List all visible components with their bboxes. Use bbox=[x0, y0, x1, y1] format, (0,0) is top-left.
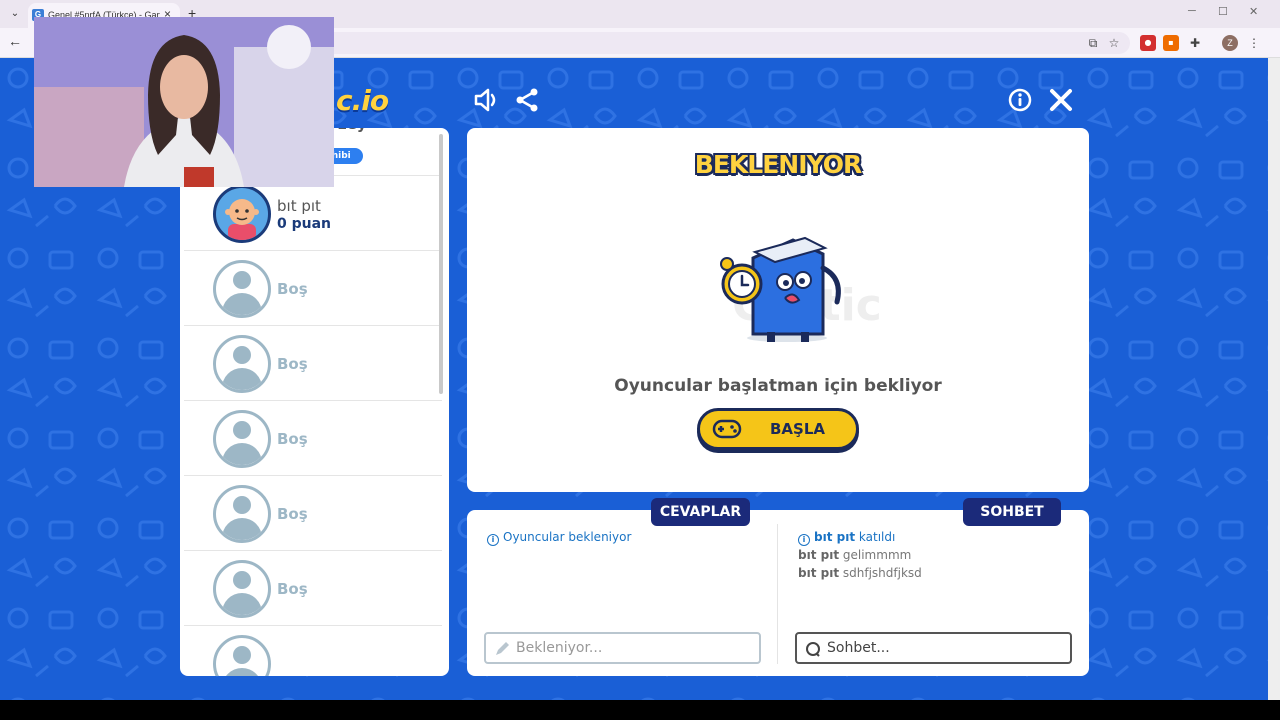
host-name: zey bbox=[338, 128, 367, 133]
chat-message-user: bıt pıt bbox=[798, 548, 840, 562]
chat-message-text: sdhfjshdfjksd bbox=[842, 566, 922, 580]
player-slot: bıt pıt 0 puan bbox=[184, 176, 442, 251]
gamepad-icon bbox=[712, 419, 742, 439]
chat-message: bıt pıt gelimmmm bbox=[798, 548, 911, 562]
answers-tab[interactable]: CEVAPLAR bbox=[651, 498, 750, 526]
chat-input-placeholder: Sohbet... bbox=[827, 640, 890, 656]
status-title: BEKLENIYOR bbox=[694, 150, 862, 179]
waiting-message: Oyuncular başlatman için bekliyor bbox=[614, 376, 942, 396]
empty-slot-label: Boş bbox=[277, 580, 308, 598]
chat-message-user: bıt pıt bbox=[798, 566, 840, 580]
chat-join-notice: i bıt pıt katıldı bbox=[798, 530, 895, 546]
player-list-scrollbar[interactable] bbox=[439, 134, 443, 394]
empty-player-slot: Boş bbox=[184, 326, 442, 401]
start-game-button[interactable]: BAŞLA bbox=[697, 408, 859, 450]
join-text: katıldı bbox=[858, 530, 896, 544]
player-face-icon bbox=[225, 199, 259, 240]
info-circle-icon: i bbox=[798, 534, 810, 546]
waiting-mascot-illustration: Gartic bbox=[720, 236, 882, 342]
answer-input[interactable]: Bekleniyor... bbox=[484, 632, 761, 664]
empty-player-slot-partial bbox=[184, 626, 442, 676]
chat-tab[interactable]: SOHBET bbox=[963, 498, 1061, 526]
page-scrollbar-gutter bbox=[1268, 58, 1280, 700]
close-window-button[interactable]: ✕ bbox=[1249, 5, 1258, 18]
empty-avatar-icon bbox=[213, 335, 271, 393]
info-circle-icon: i bbox=[487, 534, 499, 546]
answers-chat-panel: CEVAPLAR SOHBET i Oyuncular bekleniyor ib… bbox=[467, 498, 1089, 676]
empty-slot-label: Boş bbox=[277, 505, 308, 523]
empty-avatar-icon bbox=[213, 410, 271, 468]
bookmark-star-icon[interactable]: ☆ bbox=[1106, 35, 1122, 51]
empty-slot-label: Boş bbox=[277, 280, 308, 298]
start-button-label: BAŞLA bbox=[770, 420, 826, 438]
player-list[interactable]: zey Oda sahibi bıt pıt 0 puan Boş Boş bbox=[180, 128, 449, 676]
player-score: 0 puan bbox=[277, 216, 332, 232]
chat-input[interactable]: Sohbet... bbox=[795, 632, 1072, 664]
back-button[interactable]: ← bbox=[8, 33, 22, 49]
sound-icon[interactable] bbox=[472, 86, 500, 114]
player-name: bıt pıt bbox=[277, 197, 321, 215]
empty-player-slot: Boş bbox=[184, 251, 442, 326]
empty-player-slot: Boş bbox=[184, 401, 442, 476]
share-icon[interactable] bbox=[513, 86, 541, 114]
empty-slot-label: Boş bbox=[277, 355, 308, 373]
profile-avatar[interactable]: Z bbox=[1222, 35, 1238, 51]
answers-info-text: Oyuncular bekleniyor bbox=[503, 530, 632, 544]
bottom-black-bar bbox=[0, 700, 1280, 720]
extension-orange-icon[interactable]: ▪ bbox=[1163, 35, 1179, 51]
install-app-icon[interactable]: ⧉ bbox=[1085, 35, 1101, 51]
extensions-puzzle-icon[interactable]: ✚ bbox=[1187, 35, 1203, 51]
webcam-person-image bbox=[34, 17, 334, 187]
chat-message-text: gelimmmm bbox=[842, 548, 912, 562]
extension-record-icon[interactable]: ● bbox=[1140, 35, 1156, 51]
answer-input-placeholder: Bekleniyor... bbox=[516, 640, 603, 656]
chat-message: bıt pıt sdhfjshdfjksd bbox=[798, 566, 922, 580]
empty-avatar-icon bbox=[213, 560, 271, 618]
empty-avatar-icon bbox=[213, 260, 271, 318]
webcam-overlay bbox=[34, 17, 334, 187]
empty-avatar-icon bbox=[213, 485, 271, 543]
join-user: bıt pıt bbox=[814, 530, 856, 544]
answers-info: i Oyuncular bekleniyor bbox=[487, 530, 631, 546]
tab-list-button[interactable]: ⌄ bbox=[6, 5, 24, 23]
pencil-icon bbox=[496, 642, 509, 655]
player-avatar bbox=[213, 185, 271, 243]
close-icon[interactable] bbox=[1047, 86, 1075, 114]
minimize-button[interactable]: ─ bbox=[1188, 5, 1196, 17]
empty-player-slot: Boş bbox=[184, 551, 442, 626]
info-icon[interactable] bbox=[1006, 86, 1034, 114]
waiting-panel: BEKLENIYOR Gartic Oyuncular başlatman iç… bbox=[467, 128, 1089, 492]
maximize-button[interactable]: ☐ bbox=[1218, 5, 1228, 18]
empty-player-slot: Boş bbox=[184, 476, 442, 551]
gartic-logo[interactable]: c.io bbox=[336, 84, 389, 117]
panel-divider bbox=[777, 524, 778, 664]
browser-menu-icon[interactable]: ⋮ bbox=[1246, 35, 1262, 51]
empty-slot-label: Boş bbox=[277, 430, 308, 448]
empty-avatar-icon bbox=[213, 635, 271, 676]
chat-bubble-icon bbox=[806, 642, 820, 657]
